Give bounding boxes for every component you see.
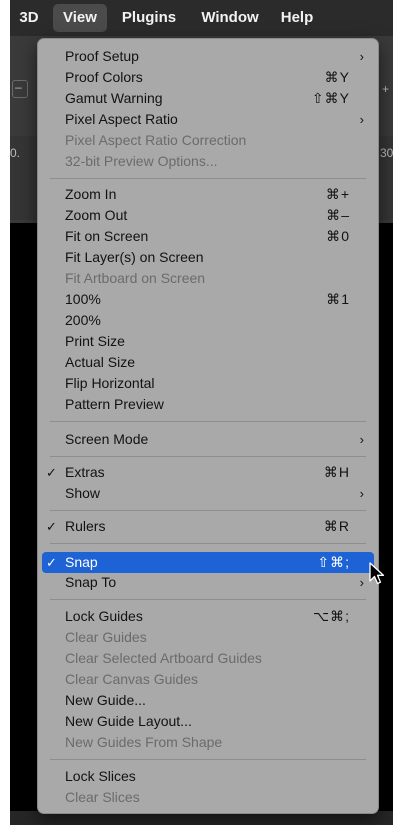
menu-item-gamut-warning[interactable]: Gamut Warning ⇧⌘Y	[38, 88, 378, 109]
menu-item-fit-artboard-on-screen: Fit Artboard on Screen	[65, 270, 206, 286]
menu-item-new-guide[interactable]: New Guide...	[38, 690, 378, 711]
menu-item-new-guides-from-shape: New Guides From Shape	[65, 734, 223, 750]
left-panel-button[interactable]: –	[12, 80, 28, 98]
shortcut-label: ⌥⌘;	[312, 608, 350, 624]
shortcut-label: ⌘–	[326, 207, 350, 223]
menu-separator	[50, 421, 366, 422]
submenu-arrow-icon: ›	[359, 432, 364, 447]
menu-separator	[50, 599, 366, 600]
menu-item-new-guide-layout[interactable]: New Guide Layout...	[38, 711, 378, 732]
menu-item-rulers[interactable]: ✓ Rulers ⌘R	[38, 516, 378, 537]
menu-item-proof-setup[interactable]: Proof Setup ›	[38, 46, 378, 67]
menu-item-clear-slices: Clear Slices	[65, 789, 140, 805]
left-panel-glyph: –	[15, 80, 22, 94]
shortcut-label: ⌘1	[326, 291, 350, 307]
menu-item-32bit-preview-options: 32-bit Preview Options...	[65, 153, 218, 169]
menu-help[interactable]: Help	[274, 0, 320, 36]
menu-item-flip-horizontal[interactable]: Flip Horizontal	[38, 373, 378, 394]
menu-item-show[interactable]: Show ›	[38, 483, 378, 504]
menu-3d[interactable]: 3D	[14, 0, 44, 36]
shortcut-label: ⌘H	[323, 464, 350, 480]
checkmark-icon: ✓	[46, 519, 57, 534]
shortcut-label: ⌘Y	[324, 69, 350, 85]
menu-item-zoom-in[interactable]: Zoom In ⌘+	[38, 184, 378, 205]
shortcut-label: ⇧⌘Y	[311, 90, 350, 106]
shortcut-label: ⌘0	[326, 228, 350, 244]
menu-item-100-percent[interactable]: 100% ⌘1	[38, 289, 378, 310]
menu-item-clear-selected-artboard-guides: Clear Selected Artboard Guides	[65, 650, 262, 666]
menu-item-pixel-aspect-ratio-correction: Pixel Aspect Ratio Correction	[65, 132, 247, 148]
submenu-arrow-icon: ›	[359, 575, 364, 590]
submenu-arrow-icon: ›	[359, 112, 364, 127]
menu-item-extras[interactable]: ✓ Extras ⌘H	[38, 462, 378, 483]
checkmark-icon: ✓	[46, 555, 57, 570]
menu-item-fit-on-screen[interactable]: Fit on Screen ⌘0	[38, 226, 378, 247]
menu-item-fit-layers-on-screen[interactable]: Fit Layer(s) on Screen	[38, 247, 378, 268]
checkmark-icon: ✓	[46, 465, 57, 480]
menu-item-lock-guides[interactable]: Lock Guides ⌥⌘;	[38, 606, 378, 627]
right-ruler-readout: 30	[380, 146, 393, 160]
shortcut-label: ⌘R	[323, 518, 350, 534]
submenu-arrow-icon: ›	[359, 49, 364, 64]
menu-separator	[50, 456, 366, 457]
menu-bar: 3D View Plugins Window Help	[10, 0, 393, 36]
menu-item-pattern-preview[interactable]: Pattern Preview	[38, 394, 378, 415]
menu-separator	[50, 759, 366, 760]
menu-item-200-percent[interactable]: 200%	[38, 310, 378, 331]
view-menu-dropdown: Proof Setup › Proof Colors ⌘Y Gamut Warnin…	[37, 38, 379, 814]
menu-item-screen-mode[interactable]: Screen Mode ›	[38, 429, 378, 450]
menu-window[interactable]: Window	[190, 0, 270, 36]
mouse-pointer-icon	[369, 562, 385, 585]
menu-separator	[50, 510, 366, 511]
right-panel-glyph[interactable]: +	[382, 82, 389, 96]
menu-item-pixel-aspect-ratio[interactable]: Pixel Aspect Ratio ›	[38, 109, 378, 130]
menu-item-lock-slices[interactable]: Lock Slices	[38, 766, 378, 787]
shortcut-label: ⌘+	[325, 186, 350, 202]
submenu-arrow-icon: ›	[359, 486, 364, 501]
menu-item-proof-colors[interactable]: Proof Colors ⌘Y	[38, 67, 378, 88]
menu-item-clear-guides: Clear Guides	[65, 629, 147, 645]
menu-view[interactable]: View	[53, 4, 107, 32]
shortcut-label: ⇧⌘;	[317, 554, 350, 570]
menu-item-print-size[interactable]: Print Size	[38, 331, 378, 352]
menu-item-zoom-out[interactable]: Zoom Out ⌘–	[38, 205, 378, 226]
menu-separator	[50, 178, 366, 179]
menu-item-snap-to[interactable]: Snap To ›	[38, 572, 378, 593]
menu-item-actual-size[interactable]: Actual Size	[38, 352, 378, 373]
menu-item-clear-canvas-guides: Clear Canvas Guides	[65, 671, 199, 687]
left-ruler-readout: 0.	[10, 146, 21, 160]
menu-item-snap[interactable]: ✓ Snap ⇧⌘;	[42, 552, 374, 573]
menu-plugins[interactable]: Plugins	[114, 0, 184, 36]
menu-separator	[50, 543, 366, 544]
